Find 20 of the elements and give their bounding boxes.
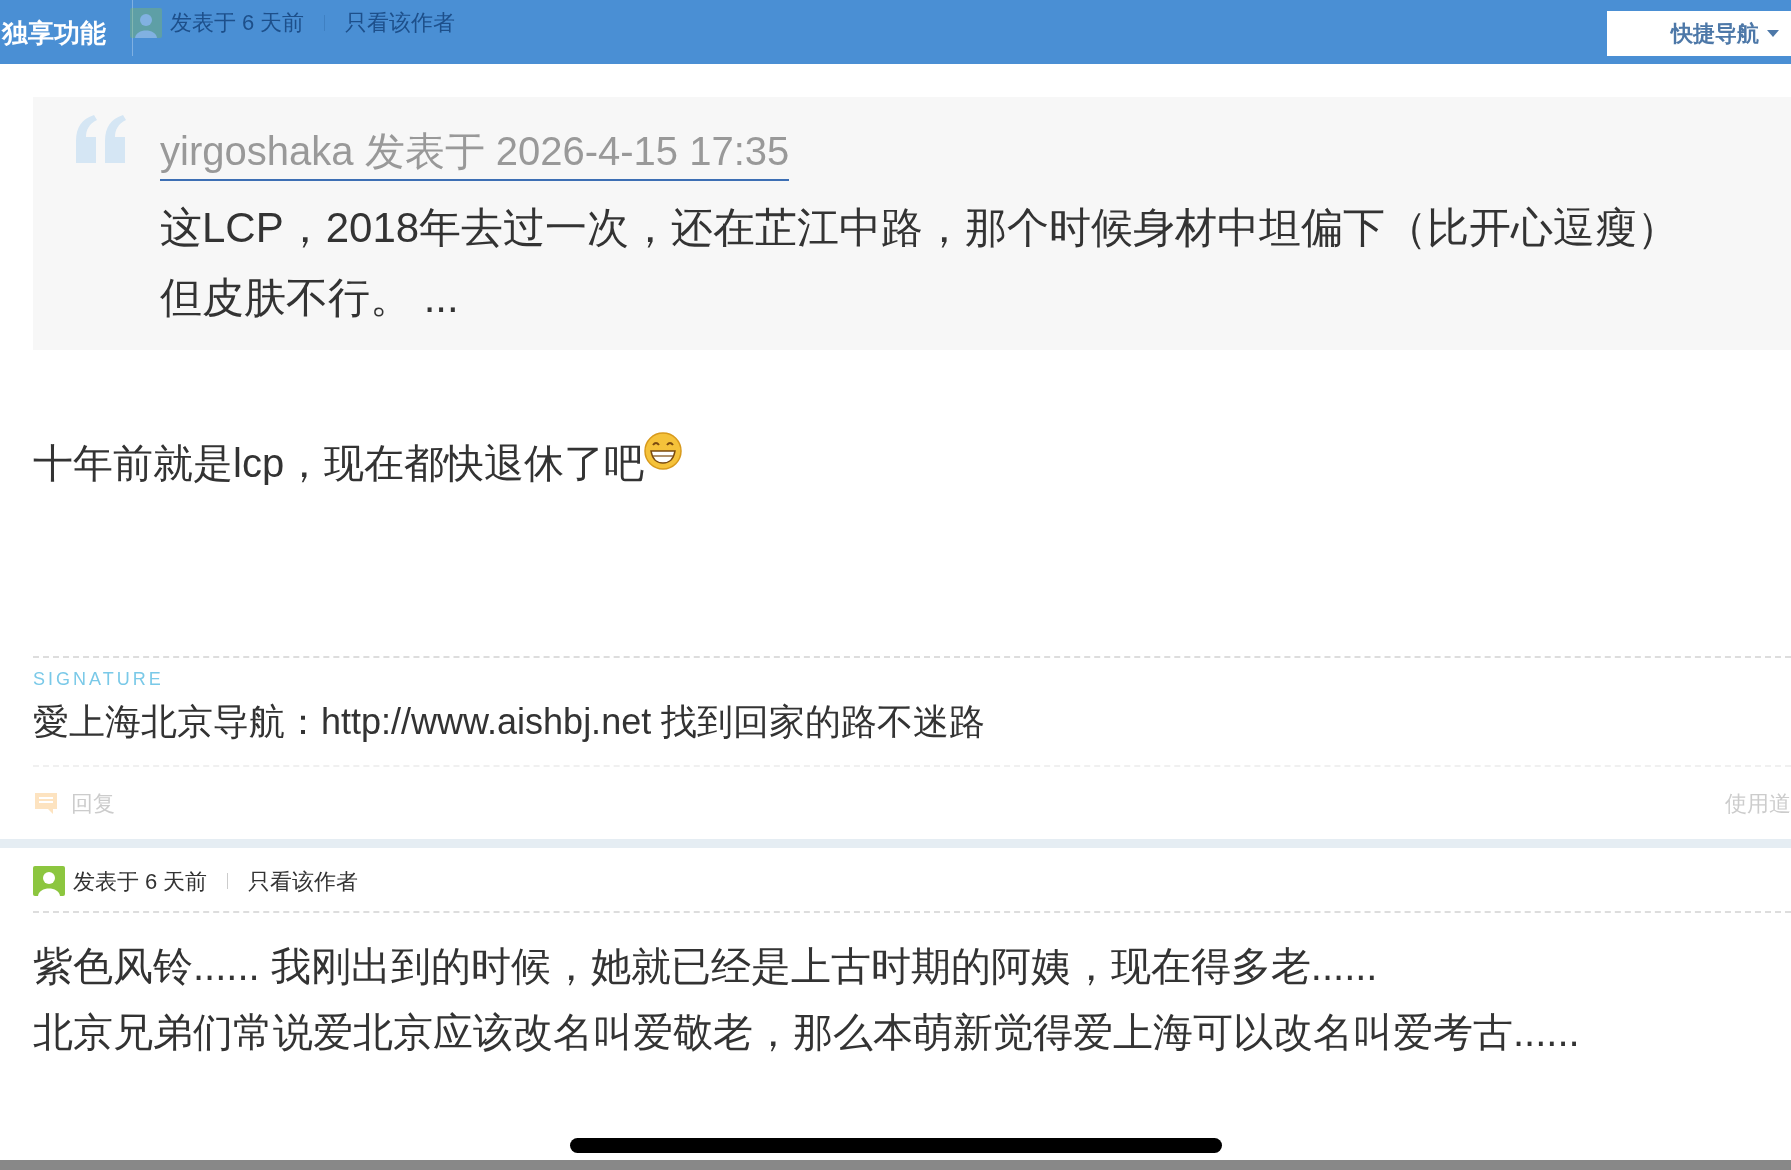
quote-text: 但皮肤不行。 ... bbox=[160, 273, 460, 323]
post-text: 紫色风铃...... 我刚出到的时候，她就已经是上古时期的阿姨，现在得多老...... bbox=[33, 943, 1378, 990]
home-indicator[interactable] bbox=[569, 1138, 1222, 1153]
post-time: 发表于 6 天前 bbox=[170, 9, 305, 37]
author-only-link[interactable]: 只看该作者 bbox=[248, 864, 359, 898]
header-title: 独享功能 bbox=[0, 0, 133, 56]
post-text: 十年前就是lcp，现在都快退休了吧 bbox=[33, 440, 645, 487]
quote-author-link[interactable]: yirgoshaka 发表于 2026-4-15 17:35 bbox=[160, 123, 790, 181]
quote-text: 这LCP，2018年去过一次，还在芷江中路，那个时候身材中坦偏下（比开心逗瘦） bbox=[160, 203, 1680, 253]
author-only-link[interactable]: 只看该作者 bbox=[345, 6, 456, 39]
avatar-icon bbox=[130, 7, 162, 38]
signature-label: SIGNATURE bbox=[33, 668, 164, 691]
quick-nav-button[interactable]: 快捷导航 bbox=[1607, 11, 1791, 56]
post-time: 发表于 6 天前 bbox=[73, 867, 208, 896]
caret-icon bbox=[1767, 29, 1779, 38]
post-text: 北京兄弟们常说爱北京应该改名叫爱敬老，那么本萌新觉得爱上海可以改名叫爱考古...... bbox=[33, 1009, 1580, 1056]
quote-mark-icon bbox=[74, 115, 128, 163]
comment-icon bbox=[33, 791, 59, 815]
avatar-icon bbox=[33, 866, 65, 896]
signature-text: 愛上海北京导航：http://www.aishbj.net 找到回家的路不迷路 bbox=[33, 700, 986, 744]
